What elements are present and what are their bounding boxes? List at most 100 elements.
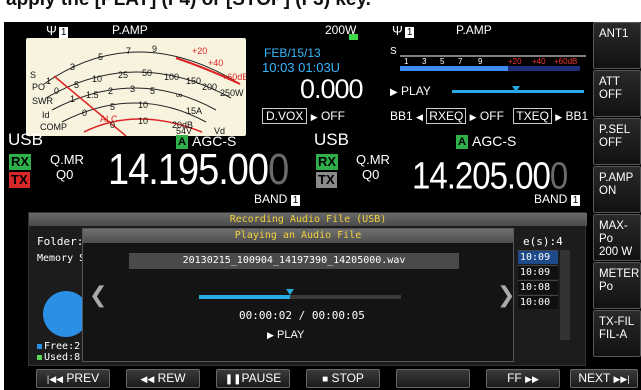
right-agc: AGC-S <box>472 133 517 149</box>
file-time-row[interactable]: 10:09 <box>518 265 558 279</box>
next-file-arrow-icon[interactable]: ❯ <box>497 283 515 308</box>
prev-icon: |◀◀ <box>46 374 64 384</box>
right-q0: Q0 <box>362 167 380 182</box>
svg-text:5: 5 <box>98 52 103 62</box>
svg-text:Id: Id <box>42 110 50 120</box>
svg-text:10: 10 <box>92 74 102 84</box>
blank-key[interactable] <box>396 369 470 388</box>
file-list-scrollbar[interactable] <box>560 250 570 340</box>
next-icon: ▶▶| <box>613 374 630 384</box>
svg-text:10: 10 <box>138 100 148 110</box>
file-count: e(s):4 <box>523 235 563 248</box>
svg-text:0: 0 <box>54 86 59 96</box>
txeq-label: TXEQ <box>513 108 552 124</box>
eq-row: BB1 ◀ RXEQ ▶ OFF TXEQ ▶ BB1 <box>390 108 589 124</box>
s-meter-scale: S 1 3 5 7 9 +20 +40 +60dB <box>390 44 590 72</box>
side-button-value: FIL-A <box>599 329 628 341</box>
left-frequency-dim: 0 <box>268 146 289 195</box>
left-q0: Q0 <box>56 167 74 182</box>
date-label: FEB/15/13 <box>264 46 321 60</box>
right-antenna-icon: Ψ1 <box>392 23 415 38</box>
memory-label: Memory S <box>37 253 86 264</box>
side-button-meter[interactable]: METER Po <box>593 262 641 309</box>
svg-text:3: 3 <box>70 62 75 72</box>
rxeq-state: OFF <box>479 109 504 123</box>
dvox-label: D.VOX <box>262 108 308 124</box>
pause-key[interactable]: ❚❚PAUSE <box>216 369 290 388</box>
svg-text:COMP: COMP <box>40 122 67 132</box>
txeq-state: BB1 <box>565 109 589 123</box>
folder-label: Folder: <box>37 235 84 248</box>
next-key[interactable]: NEXT ▶▶| <box>570 369 638 388</box>
playing-title: Playing an Audio File <box>83 229 513 243</box>
playing-state: ▶ PLAY <box>267 329 304 341</box>
side-button-att[interactable]: ATT OFF <box>593 70 641 117</box>
left-frequency: 14.195.000 <box>108 146 289 195</box>
svg-text:3: 3 <box>130 84 135 94</box>
side-button-label: METER <box>599 268 640 280</box>
svg-text:0: 0 <box>82 108 87 118</box>
svg-text:7: 7 <box>126 46 131 56</box>
side-button-value: Po <box>599 281 614 293</box>
side-button-label: ATT <box>599 76 620 88</box>
right-qmr: Q.MR <box>356 152 390 167</box>
playback-handle[interactable] <box>285 289 294 295</box>
pause-key-label: PAUSE <box>241 371 282 385</box>
stop-key-label: STOP <box>331 371 364 385</box>
svg-text:9: 9 <box>478 57 483 66</box>
value-readout: 0.000 <box>300 74 364 104</box>
clipped-header-text: apply the [PLAY] (F4) or [STOP] (F3) key… <box>6 0 371 11</box>
right-pamp-label: P.AMP <box>456 23 492 37</box>
file-time-row[interactable]: 10:09 <box>518 250 558 264</box>
dvox-state: OFF <box>320 109 345 123</box>
svg-text:S: S <box>30 70 36 80</box>
rxeq-left-arrow-icon: ◀ <box>416 112 423 122</box>
svg-text:+60dB: +60dB <box>222 72 246 82</box>
svg-text:+60dB: +60dB <box>554 57 577 66</box>
used-label: Used:8 <box>37 352 80 363</box>
side-button-pamp[interactable]: P.AMP ON <box>593 166 641 213</box>
svg-text:25: 25 <box>118 70 128 80</box>
left-antenna-icon: Ψ1 <box>46 23 69 38</box>
side-button-column: ANT1 ATT OFF P.SEL OFF P.AMP ON MAX-Po 200 W… <box>593 22 641 378</box>
svg-text:+20: +20 <box>508 57 522 66</box>
svg-text:ALC: ALC <box>100 114 118 124</box>
side-button-value: 200 W <box>599 246 633 258</box>
svg-text:1: 1 <box>404 57 409 66</box>
side-button-label: MAX-Po <box>599 220 628 245</box>
ff-key[interactable]: FF ▶▶ <box>486 369 560 388</box>
rxeq-arrow-icon: ▶ <box>469 112 477 122</box>
svg-text:PO: PO <box>32 82 45 92</box>
bb1-label: BB1 <box>390 109 413 123</box>
svg-text:5: 5 <box>110 102 115 112</box>
file-time-row[interactable]: 10:08 <box>518 280 558 294</box>
recording-title: Recording Audio File (USB) <box>29 213 587 226</box>
side-button-maxpo[interactable]: MAX-Po 200 W <box>593 214 641 261</box>
svg-text:10: 10 <box>138 116 148 126</box>
rew-key[interactable]: ◀◀ REW <box>126 369 200 388</box>
free-label: Free:2 <box>37 341 80 352</box>
side-button-value: ON <box>599 185 617 197</box>
svg-text:15A: 15A <box>186 106 202 116</box>
stop-key[interactable]: ■ STOP <box>306 369 380 388</box>
svg-text:50: 50 <box>142 68 152 78</box>
side-button-ant[interactable]: ANT1 <box>593 22 641 69</box>
prev-key[interactable]: |◀◀ PREV <box>36 369 110 388</box>
svg-text:∞: ∞ <box>176 90 182 100</box>
svg-text:5: 5 <box>74 80 79 90</box>
rew-icon: ◀◀ <box>140 374 155 384</box>
meter-gauge <box>349 34 358 40</box>
side-button-label: ANT1 <box>599 28 629 40</box>
prev-file-arrow-icon[interactable]: ❮ <box>89 283 107 308</box>
svg-text:2: 2 <box>108 86 113 96</box>
left-band-num: 1 <box>290 195 301 206</box>
file-time-row[interactable]: 10:00 <box>518 295 558 309</box>
dvox-box: D.VOX ▶ OFF <box>262 108 345 124</box>
left-frequency-main: 14.195.00 <box>108 146 269 195</box>
side-button-txfil[interactable]: TX-FIL FIL-A <box>593 310 641 357</box>
svg-text:S: S <box>390 46 397 57</box>
side-button-psel[interactable]: P.SEL OFF <box>593 118 641 165</box>
svg-text:+20: +20 <box>192 46 207 56</box>
playing-state-label: PLAY <box>276 329 305 341</box>
svg-text:1: 1 <box>70 94 75 104</box>
